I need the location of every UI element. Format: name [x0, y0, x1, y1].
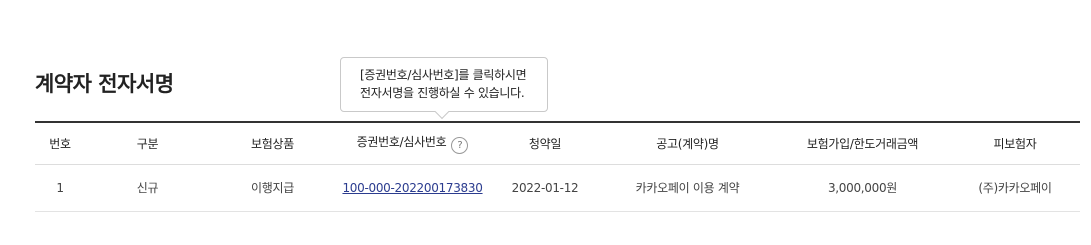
policy-number-link[interactable]: 100-000-202200173830 [342, 181, 482, 195]
table-header-row: 번호 구분 보험상품 증권번호/심사번호? 청약일 공고(계약)명 보험가입/한… [35, 121, 1080, 165]
tooltip-line-1: [증권번호/심사번호]를 클릭하시면 [360, 68, 527, 82]
cell-product: 이행지급 [210, 164, 335, 212]
table-row: 1 신규 이행지급 100-000-202200173830 2022-01-1… [35, 164, 1080, 212]
header-policy-number: 증권번호/심사번호? [335, 121, 490, 165]
cell-application-date: 2022-01-12 [490, 164, 600, 212]
header-no: 번호 [35, 121, 85, 165]
header-product: 보험상품 [210, 121, 335, 165]
page-title: 계약자 전자서명 [35, 72, 174, 96]
header-type: 구분 [85, 121, 210, 165]
cell-insured: (주)카카오페이 [950, 164, 1080, 212]
header-policy-label: 증권번호/심사번호 [356, 134, 447, 149]
contract-signature-table: 번호 구분 보험상품 증권번호/심사번호? 청약일 공고(계약)명 보험가입/한… [35, 121, 1080, 212]
header-insured: 피보험자 [950, 121, 1080, 165]
signature-tooltip: [증권번호/심사번호]를 클릭하시면 전자서명을 진행하실 수 있습니다. [340, 57, 548, 112]
cell-no: 1 [35, 164, 85, 212]
cell-notice-name: 카카오페이 이용 계약 [600, 164, 775, 212]
header-application-date: 청약일 [490, 121, 600, 165]
cell-amount: 3,000,000원 [775, 164, 950, 212]
help-circle-icon[interactable]: ? [451, 136, 469, 154]
cell-type: 신규 [85, 164, 210, 212]
tooltip-line-2: 전자서명을 진행하실 수 있습니다. [360, 86, 525, 100]
header-amount: 보험가입/한도거래금액 [775, 121, 950, 165]
cell-policy-number: 100-000-202200173830 [335, 164, 490, 212]
header-notice-name: 공고(계약)명 [600, 121, 775, 165]
